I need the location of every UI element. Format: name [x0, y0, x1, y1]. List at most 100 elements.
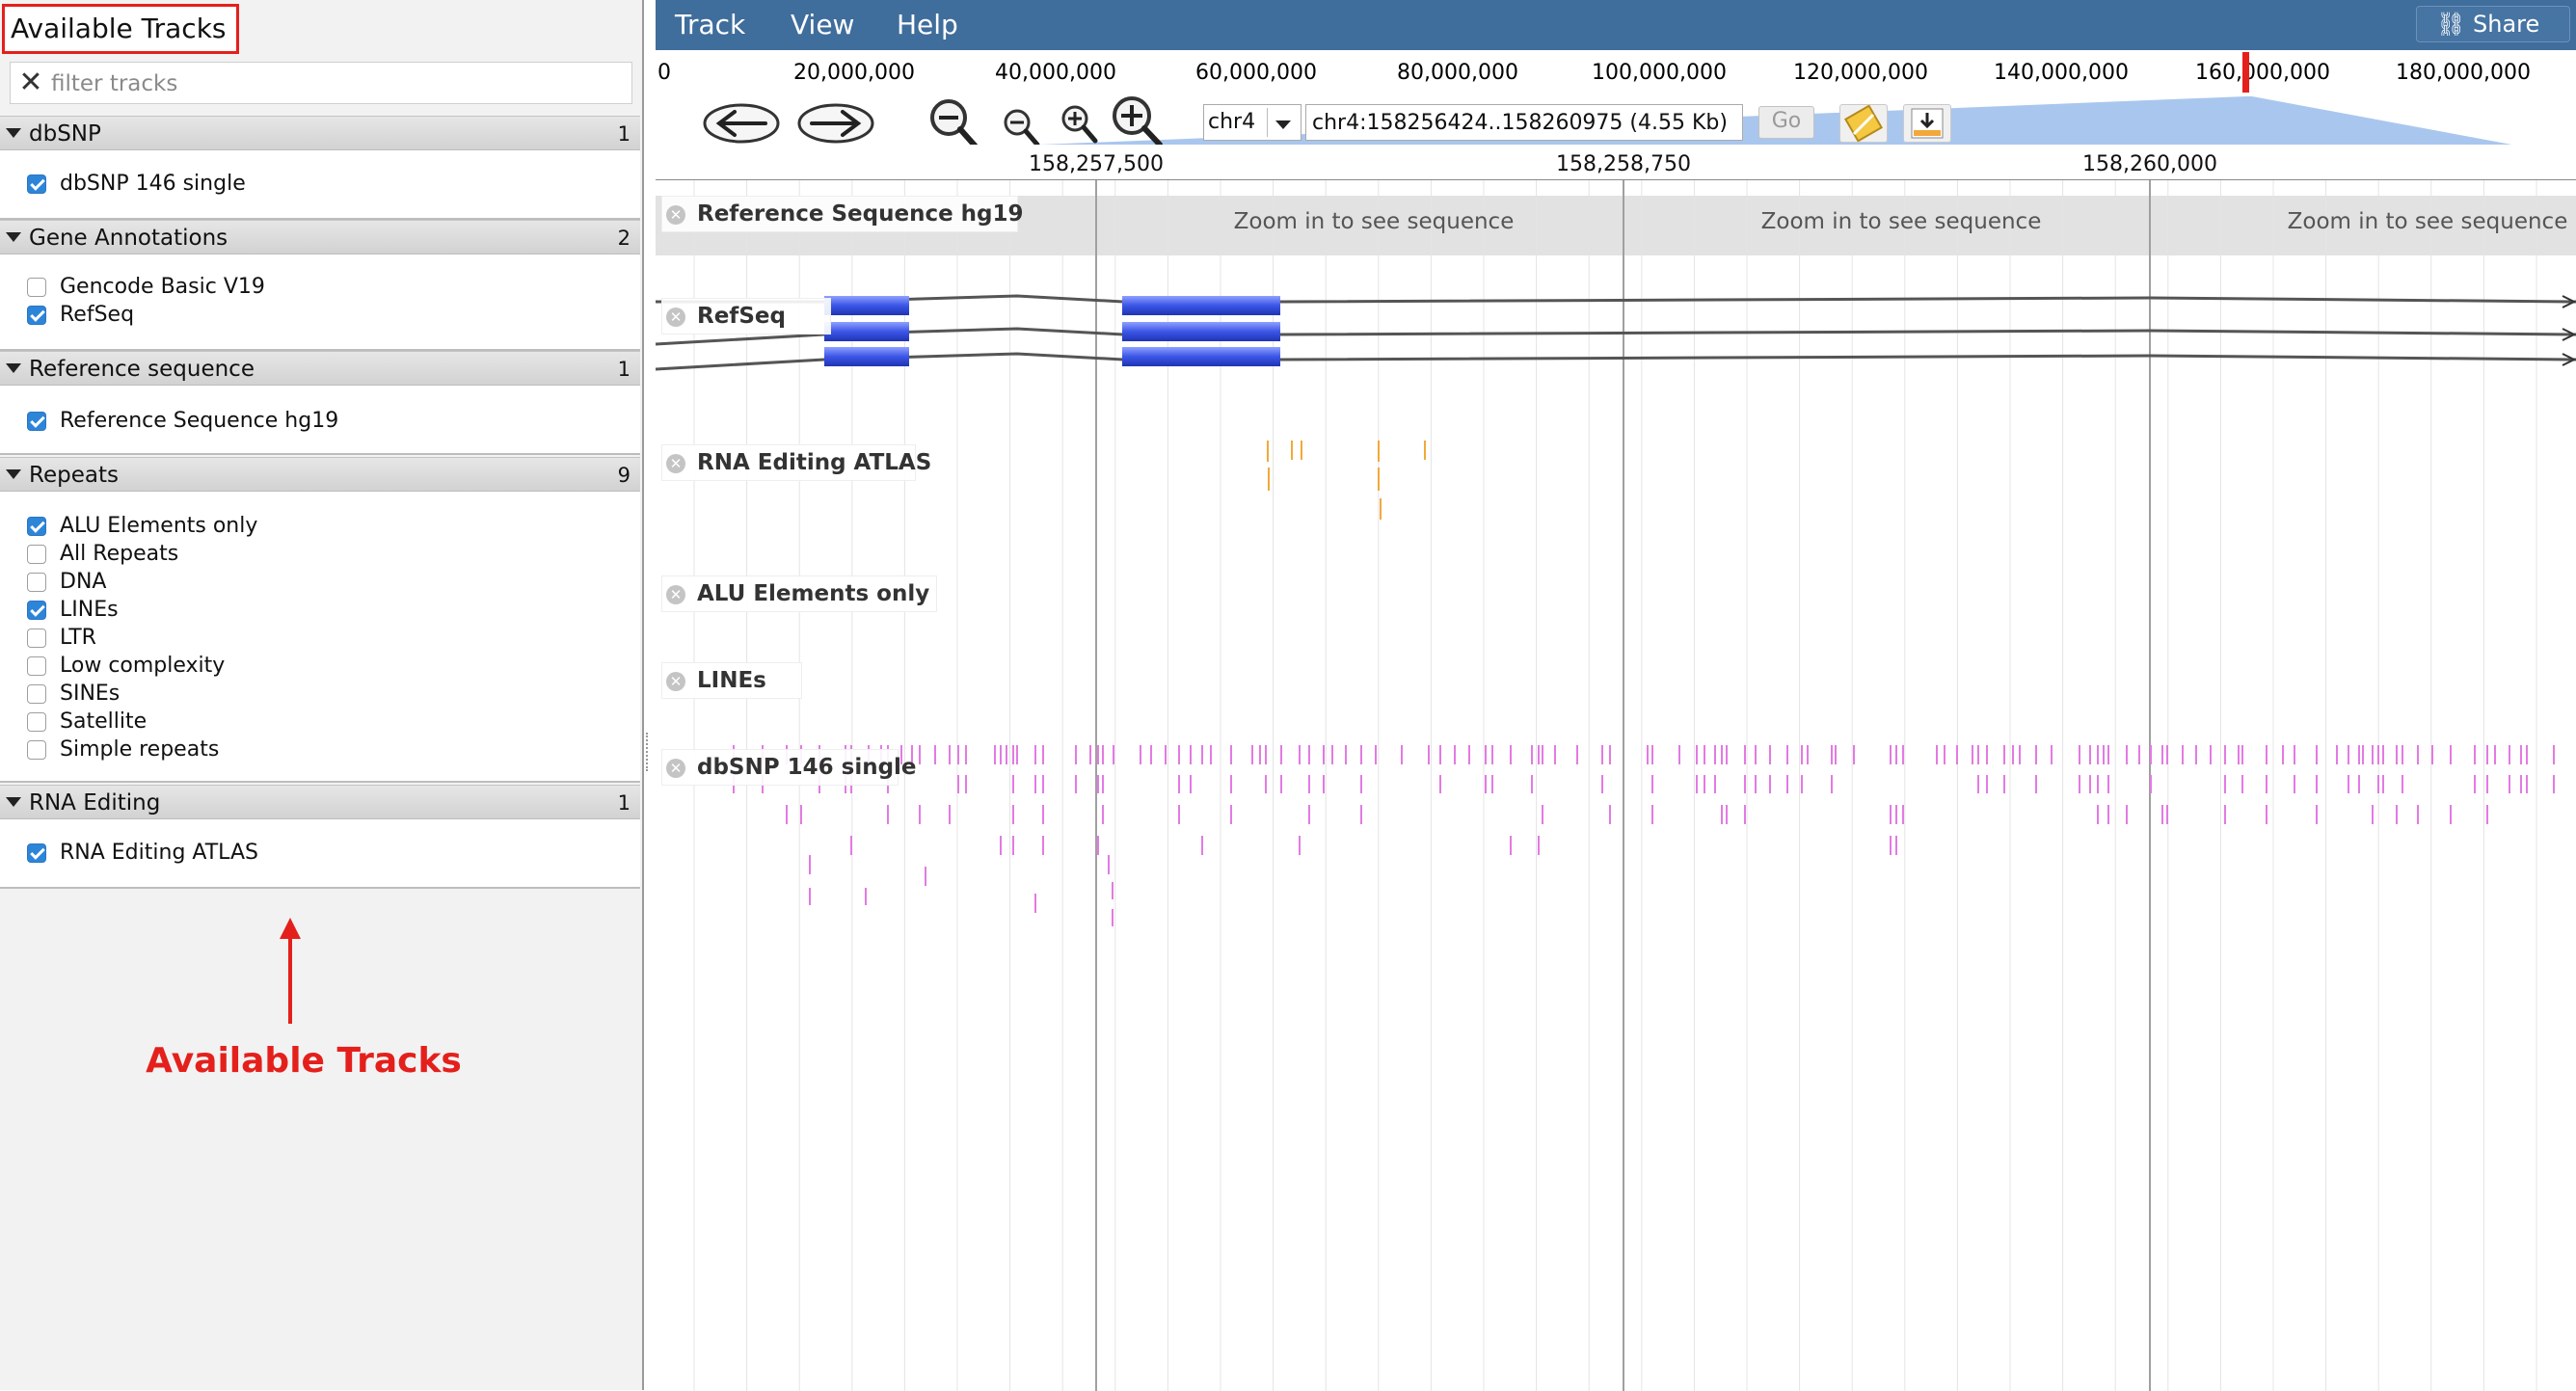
category-label: RNA Editing — [29, 790, 161, 816]
overview-tick-1: 20,000,000 — [793, 61, 915, 85]
track-label: ALU Elements only — [60, 514, 258, 538]
close-icon[interactable]: ✕ — [666, 759, 685, 778]
overview-tick-5: 100,000,000 — [1592, 61, 1727, 85]
close-icon[interactable]: ✕ — [666, 585, 685, 604]
overview-tick-3: 60,000,000 — [1195, 61, 1317, 85]
track-label: All Repeats — [60, 542, 179, 566]
scale-label: 158,260,000 — [2082, 152, 2217, 176]
track-label: SINEs — [60, 682, 121, 706]
category-body-reference-sequence: Reference Sequence hg19 — [0, 386, 640, 455]
go-button[interactable]: Go — [1758, 106, 1814, 139]
checkbox-unchecked[interactable] — [27, 656, 46, 676]
exon-block — [1122, 322, 1280, 341]
link-icon: ⛓ — [2436, 11, 2466, 38]
category-label: Gene Annotations — [29, 226, 228, 251]
track-label: DNA — [60, 570, 107, 594]
forward-arrow-icon[interactable] — [796, 102, 875, 145]
track-label: Simple repeats — [60, 737, 220, 762]
scale-label: 158,258,750 — [1556, 152, 1691, 176]
category-count: 1 — [617, 791, 631, 815]
caret-down-icon — [6, 232, 21, 242]
close-icon[interactable]: ✕ — [666, 205, 685, 225]
checkbox-unchecked[interactable] — [27, 545, 46, 564]
exon-block — [1122, 347, 1280, 366]
category-count: 1 — [617, 358, 631, 381]
annotation-arrow-line — [288, 935, 292, 1024]
overview-tick-7: 140,000,000 — [1994, 61, 2129, 85]
category-header-rna-editing[interactable]: RNA Editing 1 — [0, 785, 640, 819]
zoom-in-small-icon[interactable] — [1059, 102, 1101, 147]
checkbox-unchecked[interactable] — [27, 573, 46, 592]
transcript-intron-line — [656, 294, 2576, 304]
transcript-intron-line — [656, 352, 2576, 371]
export-button[interactable] — [1903, 104, 1951, 143]
zoom-message: Zoom in to see sequence — [1233, 209, 1515, 234]
splitter-grip[interactable] — [646, 733, 652, 771]
checkbox-unchecked[interactable] — [27, 684, 46, 704]
checkbox-checked[interactable] — [27, 601, 46, 620]
exon-block — [1122, 296, 1280, 315]
category-count: 1 — [617, 122, 631, 146]
caret-down-icon — [6, 128, 21, 138]
highlight-button[interactable] — [1839, 104, 1888, 143]
filter-tracks-input[interactable] — [49, 67, 622, 101]
track-label-refseq: ✕ RefSeq — [661, 298, 831, 334]
filter-box: ✕ — [10, 62, 632, 104]
zoom-message: Zoom in to see sequence — [2287, 209, 2568, 234]
overview-tick-0: 0 — [657, 61, 671, 85]
checkbox-unchecked[interactable] — [27, 629, 46, 648]
checkbox-checked[interactable] — [27, 412, 46, 431]
close-icon[interactable]: ✕ — [666, 308, 685, 327]
tracks-canvas — [656, 180, 2576, 1391]
caret-down-icon — [6, 469, 21, 479]
checkbox-checked[interactable] — [27, 306, 46, 325]
track-label-lines: ✕ LINEs — [661, 662, 802, 699]
track-label: Satellite — [60, 709, 148, 734]
track-label: Low complexity — [60, 654, 226, 678]
checkbox-unchecked[interactable] — [27, 740, 46, 760]
menu-track[interactable]: Track — [675, 8, 745, 42]
track-title: RNA Editing ATLAS — [697, 450, 932, 475]
close-icon[interactable]: ✕ — [666, 454, 685, 473]
exon-block — [824, 296, 909, 315]
chromosome-select[interactable]: chr4 — [1203, 104, 1301, 141]
track-title: RefSeq — [697, 304, 786, 329]
share-button[interactable]: ⛓ Share — [2416, 6, 2570, 42]
caret-down-icon — [6, 363, 21, 373]
category-body-repeats: ALU Elements only All Repeats DNA LINEs … — [0, 492, 640, 783]
chromosome-overview[interactable]: 0 20,000,000 40,000,000 60,000,000 80,00… — [656, 50, 2576, 94]
checkbox-checked[interactable] — [27, 517, 46, 536]
panel-splitter[interactable] — [645, 0, 655, 1390]
exon-block — [824, 347, 909, 366]
close-icon[interactable]: ✕ — [16, 67, 45, 99]
track-selector-panel: Available Tracks ✕ dbSNP 1 dbSNP 146 sin… — [0, 0, 644, 1390]
category-header-reference-sequence[interactable]: Reference sequence 1 — [0, 351, 640, 386]
exon-block — [824, 322, 909, 341]
scale-label: 158,257,500 — [1029, 152, 1164, 176]
category-label: Repeats — [29, 463, 119, 488]
tracks-area[interactable]: Zoom in to see sequence Zoom in to see s… — [656, 179, 2576, 1391]
scale-bar: 158,257,500 158,258,750 158,260,000 — [656, 145, 2576, 179]
locus-input[interactable] — [1305, 104, 1743, 141]
category-header-repeats[interactable]: Repeats 9 — [0, 457, 640, 492]
caret-down-icon — [6, 797, 21, 807]
checkbox-unchecked[interactable] — [27, 712, 46, 732]
category-header-dbsnp[interactable]: dbSNP 1 — [0, 116, 640, 150]
track-label-dbsnp: ✕ dbSNP 146 single — [661, 749, 917, 786]
track-label: RNA Editing ATLAS — [60, 841, 258, 865]
menu-help[interactable]: Help — [897, 8, 958, 42]
category-header-gene-annotations[interactable]: Gene Annotations 2 — [0, 220, 640, 254]
menu-view[interactable]: View — [791, 8, 854, 42]
category-label: Reference sequence — [29, 357, 255, 382]
back-arrow-icon[interactable] — [702, 102, 781, 145]
close-icon[interactable]: ✕ — [666, 672, 685, 691]
transcript-intron-line — [656, 327, 2576, 346]
checkbox-checked[interactable] — [27, 174, 46, 194]
checkbox-checked[interactable] — [27, 843, 46, 863]
track-title: dbSNP 146 single — [697, 755, 917, 780]
checkbox-unchecked[interactable] — [27, 278, 46, 297]
category-body-rna-editing: RNA Editing ATLAS — [0, 819, 640, 889]
overview-position-marker — [2242, 52, 2249, 93]
track-label: LINEs — [60, 598, 119, 622]
overview-tick-9: 180,000,000 — [2396, 61, 2531, 85]
